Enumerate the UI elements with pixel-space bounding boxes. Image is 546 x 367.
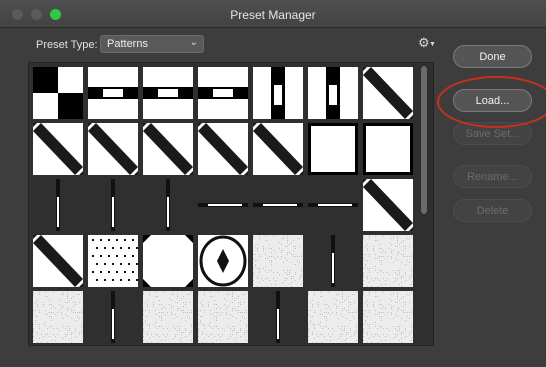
chevron-down-icon: ⌄ bbox=[189, 37, 198, 48]
pattern-grid bbox=[28, 62, 434, 346]
pattern-thumbnail-vertical-bar[interactable] bbox=[308, 67, 358, 119]
pattern-thumbnail-noise[interactable] bbox=[198, 291, 248, 343]
pattern-thumbnail-noise[interactable] bbox=[253, 235, 303, 287]
pattern-thumbnail-vertical-line[interactable] bbox=[88, 179, 138, 231]
pattern-thumbnail-vertical-line[interactable] bbox=[33, 179, 83, 231]
pattern-thumbnail-noise[interactable] bbox=[363, 291, 413, 343]
window-title: Preset Manager bbox=[230, 8, 316, 22]
pattern-thumbnail-diagonal-stripe[interactable] bbox=[253, 123, 303, 175]
highlight-annotation bbox=[437, 76, 546, 128]
rename-button[interactable]: Rename... bbox=[453, 165, 532, 188]
pattern-thumbnail-diagonal-stripe[interactable] bbox=[88, 123, 138, 175]
pattern-thumbnail-diagonal-stripe[interactable] bbox=[363, 67, 413, 119]
pattern-thumbnail-vertical-bar[interactable] bbox=[253, 67, 303, 119]
pattern-thumbnail-vertical-line[interactable] bbox=[253, 291, 303, 343]
pattern-thumbnail-white-square[interactable] bbox=[308, 123, 358, 175]
pattern-thumbnail-diagonal-stripe[interactable] bbox=[33, 235, 83, 287]
pattern-thumbnail-horizontal-bar[interactable] bbox=[198, 67, 248, 119]
done-button[interactable]: Done bbox=[453, 45, 532, 68]
preset-type-value: Patterns bbox=[107, 38, 148, 50]
pattern-thumbnail-noise[interactable] bbox=[33, 291, 83, 343]
pattern-thumbnail-diamond[interactable] bbox=[198, 235, 248, 287]
preset-manager-dialog: Preset Manager Preset Type: Patterns ⌄ ⚙… bbox=[0, 0, 546, 367]
pattern-thumbnail-diagonal-stripe[interactable] bbox=[143, 123, 193, 175]
preset-type-label: Preset Type: bbox=[36, 39, 98, 51]
pattern-thumbnail-horizontal-line[interactable] bbox=[198, 179, 248, 231]
pattern-thumbnail-diagonal-stripe[interactable] bbox=[363, 179, 413, 231]
pattern-thumbnail-vertical-line[interactable] bbox=[88, 291, 138, 343]
grid-scrollbar[interactable] bbox=[421, 66, 427, 214]
chevron-down-icon[interactable]: ▼ bbox=[429, 41, 436, 48]
pattern-thumbnail-vertical-line[interactable] bbox=[143, 179, 193, 231]
pattern-thumbnail-horizontal-line[interactable] bbox=[253, 179, 303, 231]
pattern-thumbnail-horizontal-bar[interactable] bbox=[143, 67, 193, 119]
pattern-thumbnail-white-square[interactable] bbox=[363, 123, 413, 175]
title-bar: Preset Manager bbox=[0, 0, 546, 28]
pattern-thumbnail-vertical-line[interactable] bbox=[308, 235, 358, 287]
pattern-thumbnail-noise[interactable] bbox=[363, 235, 413, 287]
gear-icon[interactable]: ⚙ bbox=[418, 35, 430, 51]
pattern-thumbnail-horizontal-line[interactable] bbox=[308, 179, 358, 231]
pattern-thumbnail-dots[interactable] bbox=[88, 235, 138, 287]
delete-button[interactable]: Delete bbox=[453, 199, 532, 222]
pattern-thumbnail-noise[interactable] bbox=[143, 291, 193, 343]
pattern-thumbnail-white-octagon[interactable] bbox=[143, 235, 193, 287]
pattern-thumbnail-noise[interactable] bbox=[308, 291, 358, 343]
pattern-thumbnail-horizontal-bar[interactable] bbox=[88, 67, 138, 119]
pattern-thumbnail-diagonal-stripe[interactable] bbox=[198, 123, 248, 175]
pattern-thumbnail-diagonal-stripe[interactable] bbox=[33, 123, 83, 175]
pattern-thumbnail-checker[interactable] bbox=[33, 67, 83, 119]
preset-type-select[interactable]: Patterns ⌄ bbox=[100, 35, 204, 53]
